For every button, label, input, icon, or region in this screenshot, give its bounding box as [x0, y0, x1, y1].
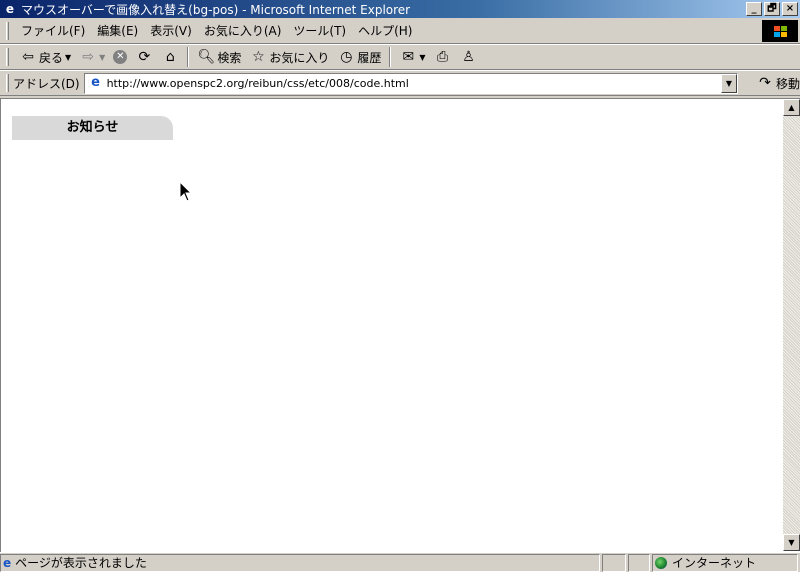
toolbar-grip[interactable]	[6, 48, 9, 66]
toolbar-separator	[187, 47, 190, 67]
favorites-label: お気に入り	[269, 50, 330, 65]
status-message: ページが表示されました	[15, 556, 147, 570]
globe-icon	[655, 556, 667, 569]
search-button[interactable]: 🔍︎ 検索	[193, 46, 245, 68]
refresh-icon: ⟳	[138, 49, 151, 65]
vertical-scrollbar[interactable]: ▲ ▼	[783, 99, 800, 551]
address-bar: アドレス(D) e http://www.openspc2.org/reibun…	[0, 70, 800, 96]
mouse-cursor-icon	[179, 181, 193, 202]
notice-rollover-image[interactable]: お知らせ	[12, 116, 173, 140]
history-label: 履歴	[357, 50, 382, 65]
menu-tools[interactable]: ツール(T)	[289, 20, 354, 41]
menu-edit[interactable]: 編集(E)	[93, 20, 146, 41]
scroll-up-button[interactable]: ▲	[783, 99, 800, 116]
forward-dropdown-icon[interactable]: ▼	[99, 53, 105, 62]
home-icon: ⌂	[165, 49, 175, 65]
restore-button[interactable]: 🗗	[764, 2, 780, 16]
favorites-button[interactable]: ☆ お気に入り	[245, 46, 333, 68]
menu-favorites[interactable]: お気に入り(A)	[200, 20, 290, 41]
print-button[interactable]: ⎙	[430, 46, 456, 68]
back-dropdown-icon[interactable]: ▼	[65, 53, 71, 62]
search-label: 検索	[217, 50, 242, 65]
status-panel	[628, 553, 650, 572]
page-content: お知らせ	[1, 99, 782, 551]
back-arrow-icon: ⇦	[22, 49, 34, 65]
title-bar[interactable]: e マウスオーバーで画像入れ替え(bg-pos) - Microsoft Int…	[0, 0, 800, 18]
ie-page-icon: e	[91, 75, 100, 90]
mail-button[interactable]: ✉ ▼	[395, 46, 429, 68]
menu-view[interactable]: 表示(V)	[146, 20, 200, 41]
go-arrow-icon: ↷	[759, 75, 771, 91]
security-zone-label: インターネット	[672, 556, 757, 570]
go-button[interactable]: ↷ 移動	[756, 74, 800, 92]
search-icon: 🔍︎	[197, 49, 216, 65]
address-grip[interactable]	[6, 74, 9, 92]
notice-title: お知らせ	[66, 120, 119, 135]
forward-button[interactable]: ⇨ ▼	[75, 46, 109, 68]
close-button[interactable]: ×	[782, 2, 798, 16]
address-dropdown-button[interactable]: ▼	[720, 73, 737, 93]
favorites-icon: ☆	[252, 49, 265, 65]
refresh-button[interactable]: ⟳	[131, 46, 157, 68]
home-button[interactable]: ⌂	[157, 46, 183, 68]
minimize-button[interactable]: _	[746, 2, 762, 16]
browser-viewport: お知らせ ▲ ▼	[0, 98, 800, 552]
status-panel	[602, 553, 626, 572]
scroll-down-button[interactable]: ▼	[783, 534, 800, 551]
menu-bar: ファイル(F) 編集(E) 表示(V) お気に入り(A) ツール(T) ヘルプ(…	[0, 18, 800, 44]
back-button[interactable]: ⇦ 戻る ▼	[15, 46, 75, 68]
windows-flag-icon	[762, 20, 798, 42]
menu-help[interactable]: ヘルプ(H)	[354, 20, 420, 41]
back-label: 戻る	[39, 50, 64, 65]
status-message-panel: e ページが表示されました	[0, 553, 600, 572]
address-label: アドレス(D)	[12, 76, 80, 91]
security-zone-panel: インターネット	[652, 553, 798, 572]
status-bar: e ページが表示されました インターネット	[0, 552, 800, 572]
ie-page-icon: e	[3, 555, 12, 570]
person-icon: ♙	[462, 49, 475, 65]
forward-arrow-icon: ⇨	[82, 49, 95, 65]
ie-logo-icon: e	[5, 2, 15, 16]
menu-grip[interactable]	[6, 21, 9, 40]
mail-icon: ✉	[402, 49, 415, 65]
standard-toolbar: ⇦ 戻る ▼ ⇨ ▼ ✕ ⟳ ⌂ 🔍︎ 検索 ☆ お気に入り ◷ 履歴 ✉ ▼ …	[0, 44, 800, 70]
go-label: 移動	[775, 76, 800, 91]
stop-button[interactable]: ✕	[109, 46, 131, 68]
window-controls: _ 🗗 ×	[746, 2, 798, 16]
stop-icon: ✕	[113, 50, 128, 64]
address-input[interactable]: e http://www.openspc2.org/reibun/css/etc…	[83, 72, 738, 94]
history-button[interactable]: ◷ 履歴	[333, 46, 385, 68]
messenger-button[interactable]: ♙	[456, 46, 482, 68]
mail-dropdown-icon[interactable]: ▼	[419, 53, 425, 62]
printer-icon: ⎙	[436, 49, 449, 65]
menu-file[interactable]: ファイル(F)	[17, 20, 93, 41]
address-url[interactable]: http://www.openspc2.org/reibun/css/etc/0…	[107, 77, 409, 90]
toolbar-separator	[389, 47, 392, 67]
window-title: マウスオーバーで画像入れ替え(bg-pos) - Microsoft Inter…	[21, 2, 411, 17]
history-icon: ◷	[340, 49, 353, 65]
